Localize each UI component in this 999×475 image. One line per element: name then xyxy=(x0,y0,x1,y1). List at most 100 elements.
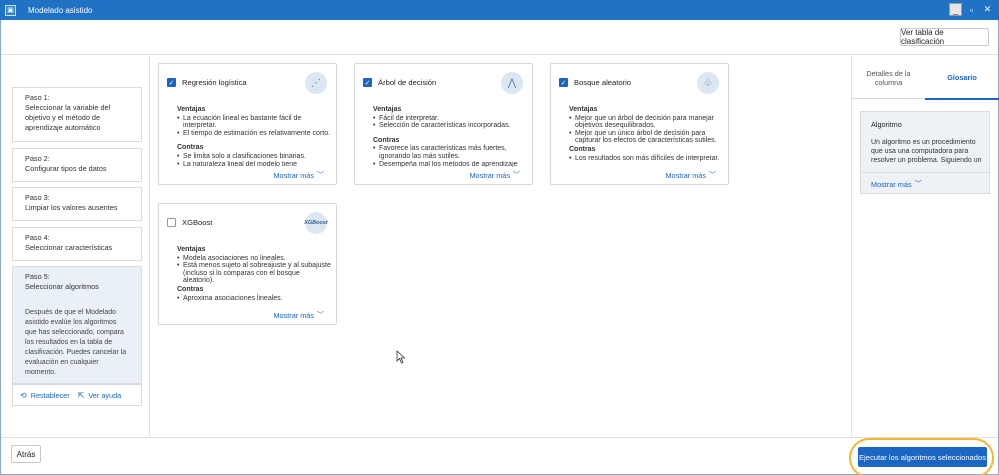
step-2-text: Configurar tipos de datos xyxy=(25,164,107,173)
step-3[interactable]: Paso 3: Limpiar los valores ausentes xyxy=(12,187,142,221)
title-bar: ▣ Modelado asistido _ ▫ ✕ xyxy=(0,0,999,20)
algorithm-details: Ventajas Mejor que un árbol de decisión … xyxy=(569,106,724,162)
step-3-label: Paso 3: xyxy=(25,193,50,202)
step-2-label: Paso 2: xyxy=(25,154,50,163)
app-icon: ▣ xyxy=(5,4,16,16)
pro-item: Selección de características incorporada… xyxy=(373,122,528,130)
show-more-label: Mostrar más xyxy=(871,179,912,189)
chevron-down-icon: ﹀ xyxy=(914,179,922,188)
tab-glossary[interactable]: Glosario xyxy=(925,56,999,100)
pro-item: Mejor que un árbol de decisión para mane… xyxy=(569,115,724,130)
step-5[interactable]: Paso 5: Seleccionar algoritmos Después d… xyxy=(12,266,142,384)
xgboost-checkbox[interactable] xyxy=(167,218,176,227)
algorithm-card-logistic-regression[interactable]: ✓ Regresión logística ⋰ Ventajas La ecua… xyxy=(158,63,337,185)
con-item: Se limita solo a clasificaciones binaria… xyxy=(177,153,332,161)
mouse-cursor-icon xyxy=(396,350,406,364)
random-forest-checkbox[interactable]: ✓ xyxy=(559,78,568,87)
logistic-regression-checkbox[interactable]: ✓ xyxy=(167,78,176,87)
show-more-link[interactable]: Mostrar más ﹀ xyxy=(273,310,324,320)
algorithm-details: Ventajas Fácil de interpretar. Selección… xyxy=(373,106,528,167)
pro-item: El tiempo de estimación es relativamente… xyxy=(177,130,332,138)
maximize-icon[interactable]: ▫ xyxy=(965,3,978,16)
pros-title: Ventajas xyxy=(373,106,402,113)
step-1-label: Paso 1: xyxy=(25,93,50,102)
step-1-text: Seleccionar la variable del objetivo y e… xyxy=(25,103,111,132)
glossary-card: Algoritmo Un algoritmo es un procedimien… xyxy=(860,111,990,194)
show-more-label: Mostrar más xyxy=(665,170,706,180)
algorithm-name: Bosque aleatorio xyxy=(574,78,631,87)
ranking-table-button[interactable]: Ver tabla de clasificación xyxy=(900,28,989,46)
reset-link[interactable]: ⟲ Restablecer xyxy=(20,391,70,400)
con-item: Aproxima asociaciones lineales. xyxy=(177,295,332,303)
pro-item: Modela asociaciones no lineales. xyxy=(177,255,332,263)
show-more-link[interactable]: Mostrar más ﹀ xyxy=(273,170,324,180)
minimize-icon[interactable]: _ xyxy=(949,3,962,16)
pros-title: Ventajas xyxy=(177,106,206,113)
step-4-text: Seleccionar características xyxy=(25,243,113,252)
show-more-link[interactable]: Mostrar más ﹀ xyxy=(665,170,716,180)
con-item: Favorece las características más fuertes… xyxy=(373,145,528,160)
algorithm-details: Ventajas La ecuación lineal es bastante … xyxy=(177,106,332,167)
reset-icon: ⟲ xyxy=(20,390,27,400)
help-link[interactable]: ⇱ Ver ayuda xyxy=(78,391,122,400)
pro-item: Mejor que un único árbol de decisión par… xyxy=(569,130,724,145)
pro-item: La ecuación lineal es bastante fácil de … xyxy=(177,115,332,130)
con-item: Desempeña mal los métodos de aprendizaje xyxy=(373,161,528,167)
cons-title: Contras xyxy=(569,145,596,153)
con-item: La naturaleza lineal del modelo tiene xyxy=(177,161,332,167)
algorithm-card-decision-tree[interactable]: ✓ Árbol de decisión ⋀ Ventajas Fácil de … xyxy=(354,63,533,185)
step-1[interactable]: Paso 1: Seleccionar la variable del obje… xyxy=(12,87,142,142)
panel-tabs: Detalles de la columna Glosario xyxy=(852,56,999,100)
algorithms-area: ✓ Regresión logística ⋰ Ventajas La ecua… xyxy=(151,56,851,436)
top-toolbar: Ver tabla de clasificación xyxy=(1,20,998,55)
pros-title: Ventajas xyxy=(569,106,598,113)
tab-column-details[interactable]: Detalles de la columna xyxy=(852,56,925,99)
decision-tree-icon: ⋀ xyxy=(501,72,523,94)
run-algorithms-button[interactable]: Ejecutar los algoritmos seleccionados xyxy=(858,447,987,467)
algorithm-name: XGBoost xyxy=(182,218,213,227)
show-more-link[interactable]: Mostrar más ﹀ xyxy=(469,170,520,180)
chevron-down-icon: ﹀ xyxy=(317,172,324,179)
pros-title: Ventajas xyxy=(177,246,206,253)
glossary-term: Algoritmo xyxy=(871,120,902,129)
cons-title: Contras xyxy=(177,285,204,293)
help-label: Ver ayuda xyxy=(88,390,122,400)
window-title: Modelado asistido xyxy=(28,5,93,15)
glossary-show-more-link[interactable]: Mostrar más ﹀ xyxy=(871,179,922,189)
algorithm-details: Ventajas Modela asociaciones no lineales… xyxy=(177,246,332,302)
back-button[interactable]: Atrás xyxy=(11,445,41,463)
step-4[interactable]: Paso 4: Seleccionar características xyxy=(12,227,142,261)
step-links: ⟲ Restablecer ⇱ Ver ayuda xyxy=(12,384,142,406)
dialog-body: Ver tabla de clasificación Paso 1: Selec… xyxy=(0,20,999,475)
con-item: Los resultados son más difíciles de inte… xyxy=(569,155,724,163)
xgboost-icon: XGBoost xyxy=(304,212,328,234)
step-4-label: Paso 4: xyxy=(25,233,50,242)
step-3-text: Limpiar los valores ausentes xyxy=(25,203,118,212)
show-more-label: Mostrar más xyxy=(273,170,314,180)
step-5-description: Después de que el Modelado asistido eval… xyxy=(25,309,127,376)
glossary-definition: Un algoritmo es un procedimiento que usa… xyxy=(871,139,982,164)
algorithm-card-random-forest[interactable]: ✓ Bosque aleatorio ♧ Ventajas Mejor que … xyxy=(550,63,729,185)
show-more-label: Mostrar más xyxy=(469,170,510,180)
divider xyxy=(861,172,989,173)
reset-label: Restablecer xyxy=(30,390,70,400)
decision-tree-checkbox[interactable]: ✓ xyxy=(363,78,372,87)
pro-item: Fácil de interpretar. xyxy=(373,115,528,123)
algorithm-name: Árbol de decisión xyxy=(378,78,437,87)
step-5-label: Paso 5: xyxy=(25,272,50,281)
logistic-regression-icon: ⋰ xyxy=(305,72,327,94)
algorithm-name: Regresión logística xyxy=(182,78,247,87)
step-2[interactable]: Paso 2: Configurar tipos de datos xyxy=(12,148,142,182)
step-5-text: Seleccionar algoritmos xyxy=(25,282,99,291)
show-more-label: Mostrar más xyxy=(273,310,314,320)
random-forest-icon: ♧ xyxy=(697,72,719,94)
window-controls: _ ▫ ✕ xyxy=(949,3,994,16)
algorithm-card-xgboost[interactable]: XGBoost XGBoost Ventajas Modela asociaci… xyxy=(158,203,337,325)
chevron-down-icon: ﹀ xyxy=(317,312,324,319)
pro-item: Está menos sujeto al sobreajuste y al su… xyxy=(177,262,332,285)
chevron-down-icon: ﹀ xyxy=(513,172,520,179)
external-link-icon: ⇱ xyxy=(77,390,85,400)
cons-title: Contras xyxy=(373,136,400,144)
cons-title: Contras xyxy=(177,144,204,152)
close-icon[interactable]: ✕ xyxy=(981,3,994,16)
